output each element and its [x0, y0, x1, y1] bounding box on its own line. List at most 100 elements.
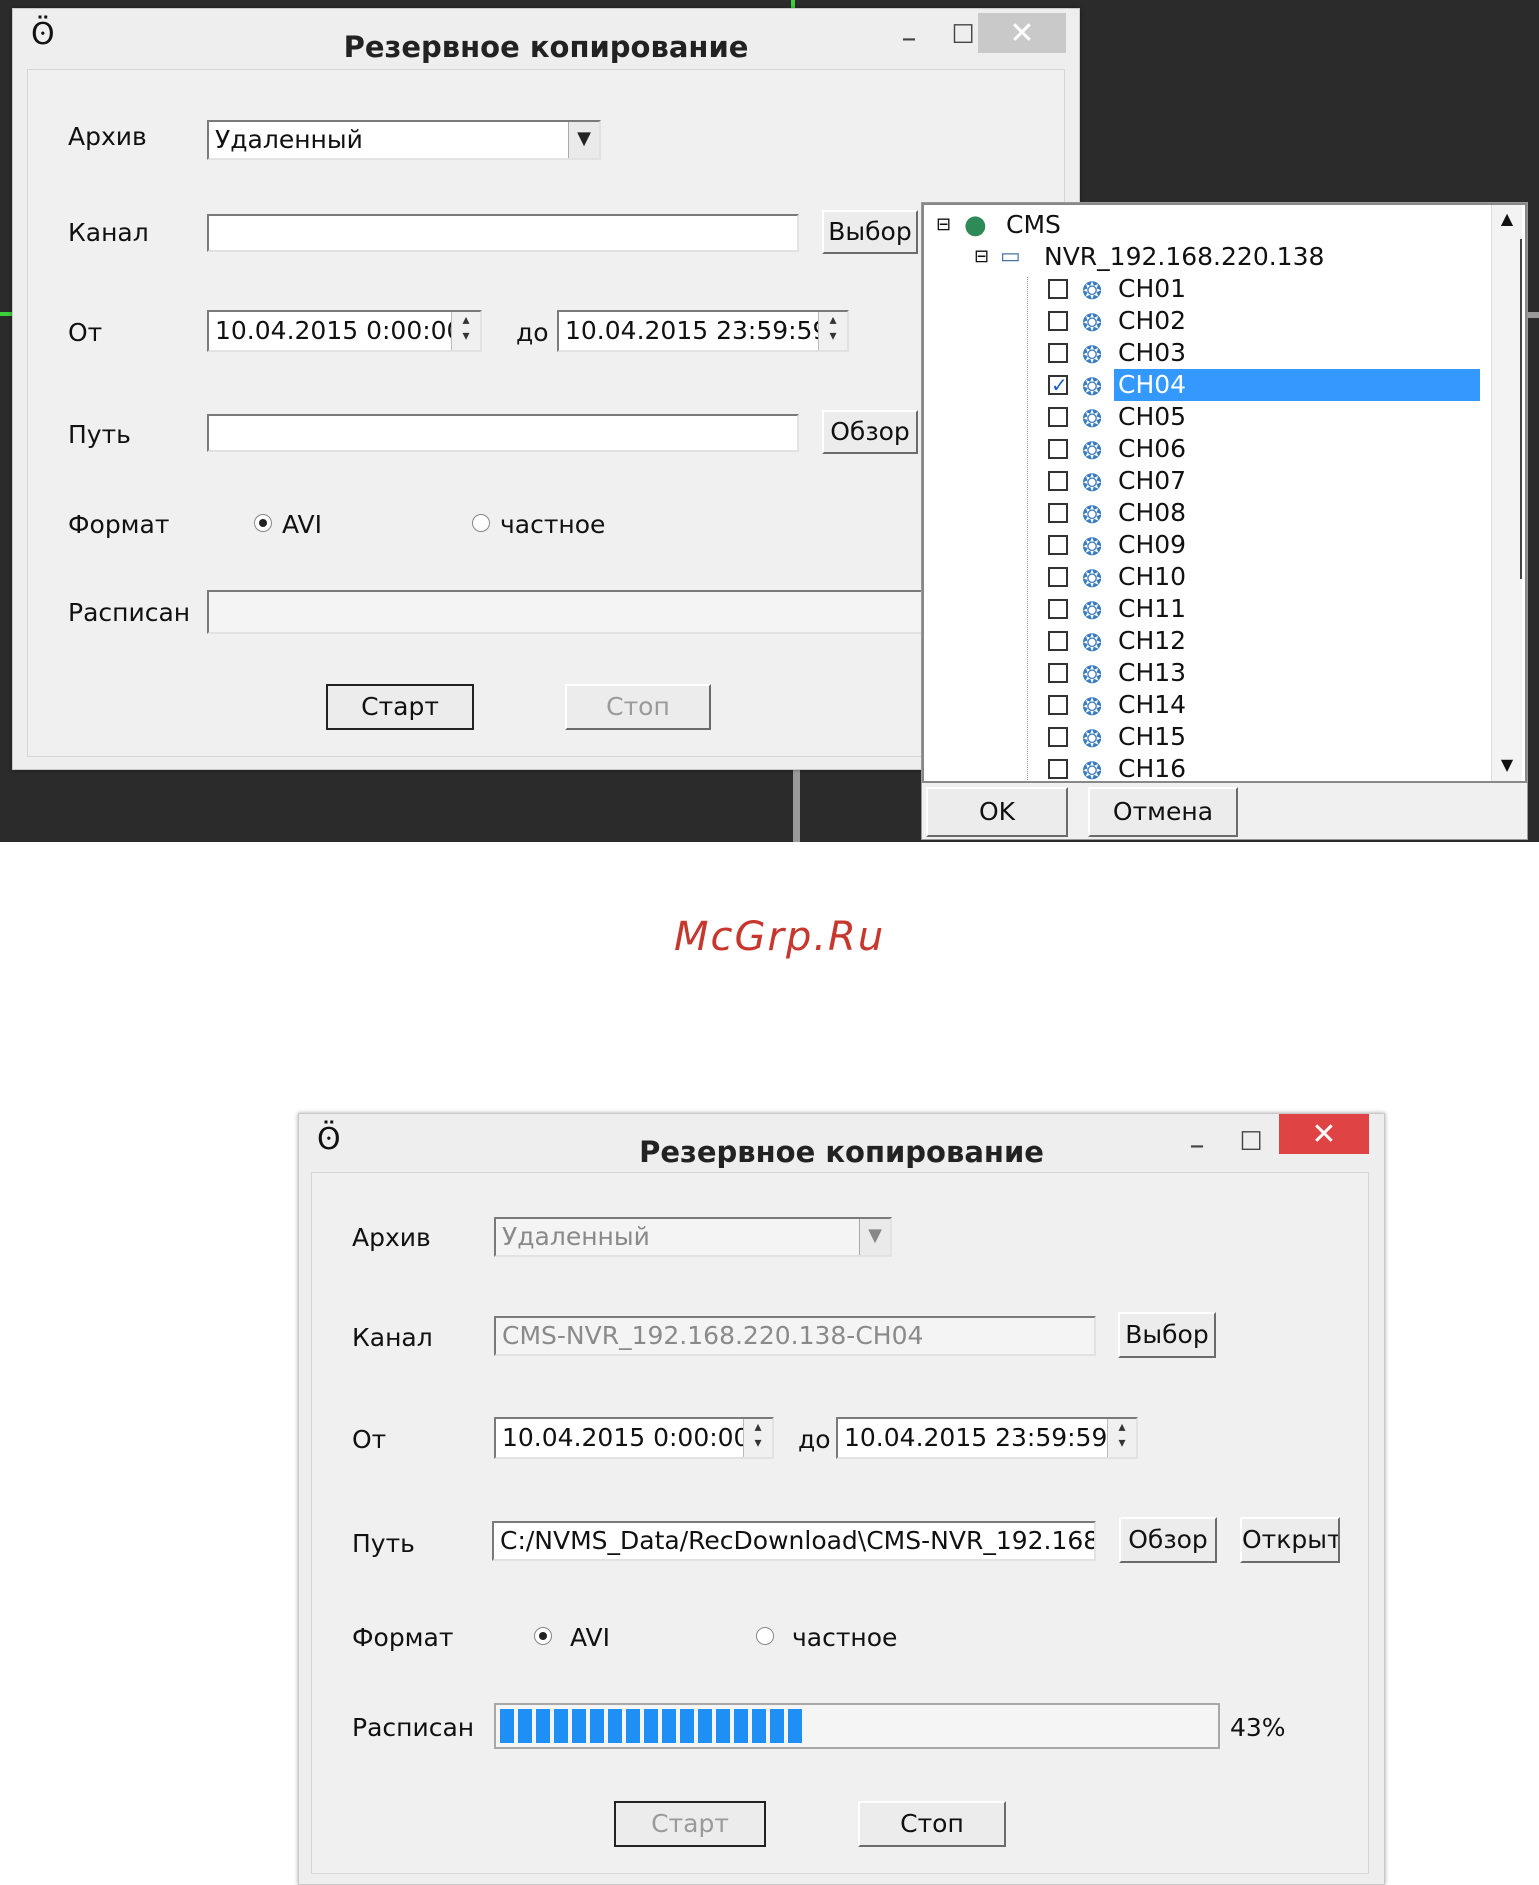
close-icon[interactable]: ✕	[978, 13, 1066, 53]
open-folder-button[interactable]: Открыть	[1240, 1517, 1340, 1563]
close-icon[interactable]: ✕	[1279, 1114, 1369, 1154]
tree-channel-item[interactable]: ❂ CH02	[1048, 305, 1408, 337]
from-label: От	[68, 318, 103, 347]
tree-channel-item[interactable]: ❂ CH09	[1048, 529, 1408, 561]
channel-label: CH14	[1118, 690, 1187, 719]
progress-bar-empty	[207, 590, 923, 634]
channel-checkbox[interactable]	[1048, 343, 1068, 363]
tree-channel-item[interactable]: ❂ CH16	[1048, 753, 1408, 785]
channel-tree[interactable]: ⊟ ● CMS ⊟ ▭ NVR_192.168.220.138 ❂ CH01 ❂ C…	[922, 203, 1527, 785]
tree-device-label: NVR_192.168.220.138	[1044, 242, 1325, 271]
tree-channel-item[interactable]: ❂ CH12	[1048, 625, 1408, 657]
browse-button[interactable]: Обзор	[822, 410, 918, 454]
backup-window-1: ʘ̈ Резервное копирование – ☐ ✕ Архив Уда…	[12, 8, 1080, 770]
select-channel-button[interactable]: Выбор	[1118, 1312, 1216, 1358]
stop-button[interactable]: Стоп	[858, 1801, 1006, 1847]
format-avi-radio[interactable]	[534, 1627, 552, 1645]
chevron-down-icon[interactable]: ▼	[568, 122, 599, 158]
channel-checkbox[interactable]	[1048, 535, 1068, 555]
format-private-radio[interactable]	[472, 514, 490, 532]
scroll-up-icon[interactable]: ▲	[1492, 209, 1522, 228]
progress-segment	[590, 1709, 604, 1743]
channel-label: CH04	[1114, 369, 1480, 401]
tree-channel-item[interactable]: ❂ CH03	[1048, 337, 1408, 369]
channel-label: CH07	[1118, 466, 1187, 495]
to-spinner[interactable]: ▴ ▾	[1107, 1419, 1136, 1457]
select-channel-button[interactable]: Выбор	[822, 210, 918, 254]
channel-checkbox[interactable]	[1048, 439, 1068, 459]
tree-channel-item[interactable]: ❂ CH15	[1048, 721, 1408, 753]
archive-value: Удаленный	[502, 1222, 650, 1251]
tree-channel-item[interactable]: ❂ CH14	[1048, 689, 1408, 721]
maximize-icon[interactable]: ☐	[1221, 1122, 1281, 1162]
channel-checkbox[interactable]	[1048, 631, 1068, 651]
camera-icon: ❂	[1082, 565, 1103, 593]
tree-channel-item[interactable]: ❂ CH11	[1048, 593, 1408, 625]
tree-channel-item[interactable]: ❂ CH13	[1048, 657, 1408, 689]
minimize-icon[interactable]: –	[1167, 1126, 1227, 1166]
progress-segment	[500, 1709, 514, 1743]
archive-dropdown[interactable]: Удаленный ▼	[207, 120, 601, 160]
tree-channel-item[interactable]: ❂ CH08	[1048, 497, 1408, 529]
tree-channel-item[interactable]: ❂ CH07	[1048, 465, 1408, 497]
cancel-button[interactable]: Отмена	[1088, 787, 1238, 837]
progress-segment	[698, 1709, 712, 1743]
channel-checkbox[interactable]	[1048, 311, 1068, 331]
channel-field[interactable]	[207, 214, 799, 252]
channel-checkbox[interactable]	[1048, 599, 1068, 619]
from-spinner[interactable]: ▴ ▾	[451, 312, 480, 350]
progress-segment	[644, 1709, 658, 1743]
collapse-icon[interactable]: ⊟	[936, 209, 951, 241]
start-button[interactable]: Старт	[326, 684, 474, 730]
from-spinner[interactable]: ▴ ▾	[743, 1419, 772, 1457]
progress-segment	[770, 1709, 784, 1743]
stop-button[interactable]: Стоп	[565, 684, 711, 730]
collapse-icon[interactable]: ⊟	[974, 241, 989, 273]
title-bar: ʘ̈ Резервное копирование – ☐ ✕	[13, 9, 1079, 71]
to-datetime-input[interactable]: 10.04.2015 23:59:59 ▴ ▾	[557, 310, 849, 352]
channel-checkbox-checked[interactable]	[1048, 369, 1068, 401]
channel-checkbox[interactable]	[1048, 759, 1068, 779]
channel-field[interactable]: CMS-NVR_192.168.220.138-CH04	[494, 1316, 1096, 1356]
progress-segment	[662, 1709, 676, 1743]
path-field[interactable]	[207, 414, 799, 452]
archive-dropdown[interactable]: Удаленный ▼	[494, 1217, 892, 1257]
camera-icon: ❂	[1082, 405, 1103, 433]
channel-checkbox[interactable]	[1048, 727, 1068, 747]
browse-button[interactable]: Обзор	[1119, 1517, 1217, 1563]
scroll-down-icon[interactable]: ▼	[1492, 755, 1522, 774]
form-panel: Архив Удаленный ▼ Канал Выбор От 10.04.2…	[27, 69, 1065, 757]
desktop-line	[793, 770, 800, 842]
channel-checkbox[interactable]	[1048, 503, 1068, 523]
camera-icon: ❂	[1082, 277, 1103, 305]
channel-checkbox[interactable]	[1048, 407, 1068, 427]
camera-icon: ❂	[1082, 437, 1103, 465]
format-avi-radio[interactable]	[254, 514, 272, 532]
minimize-icon[interactable]: –	[879, 19, 939, 59]
path-field[interactable]: C:/NVMS_Data/RecDownload\CMS-NVR_192.168…	[492, 1521, 1096, 1561]
channel-checkbox[interactable]	[1048, 279, 1068, 299]
tree-scrollbar[interactable]: ▲ ▼	[1491, 205, 1522, 781]
channel-checkbox[interactable]	[1048, 567, 1068, 587]
from-datetime-input[interactable]: 10.04.2015 0:00:00 ▴ ▾	[494, 1417, 774, 1459]
from-datetime-input[interactable]: 10.04.2015 0:00:00 ▴ ▾	[207, 310, 482, 352]
tree-channel-item[interactable]: ❂ CH05	[1048, 401, 1408, 433]
start-button[interactable]: Старт	[614, 1801, 766, 1847]
tree-channel-item-selected[interactable]: ❂ CH04	[1048, 369, 1480, 401]
to-datetime-input[interactable]: 10.04.2015 23:59:59 ▴ ▾	[836, 1417, 1138, 1459]
ok-button[interactable]: OK	[926, 787, 1068, 837]
channel-checkbox[interactable]	[1048, 695, 1068, 715]
progress-segment	[788, 1709, 802, 1743]
channel-checkbox[interactable]	[1048, 471, 1068, 491]
chevron-down-icon[interactable]: ▼	[859, 1219, 890, 1255]
format-private-radio[interactable]	[756, 1627, 774, 1645]
to-spinner[interactable]: ▴ ▾	[818, 312, 847, 350]
tree-channel-item[interactable]: ❂ CH10	[1048, 561, 1408, 593]
to-label: до	[798, 1425, 831, 1454]
tree-channel-item[interactable]: ❂ CH01	[1048, 273, 1408, 305]
channel-label: CH15	[1118, 722, 1187, 751]
tree-channel-item[interactable]: ❂ CH06	[1048, 433, 1408, 465]
channel-checkbox[interactable]	[1048, 663, 1068, 683]
scrollbar-thumb[interactable]	[1492, 239, 1522, 579]
nvr-device-icon: ▭	[1000, 244, 1021, 269]
